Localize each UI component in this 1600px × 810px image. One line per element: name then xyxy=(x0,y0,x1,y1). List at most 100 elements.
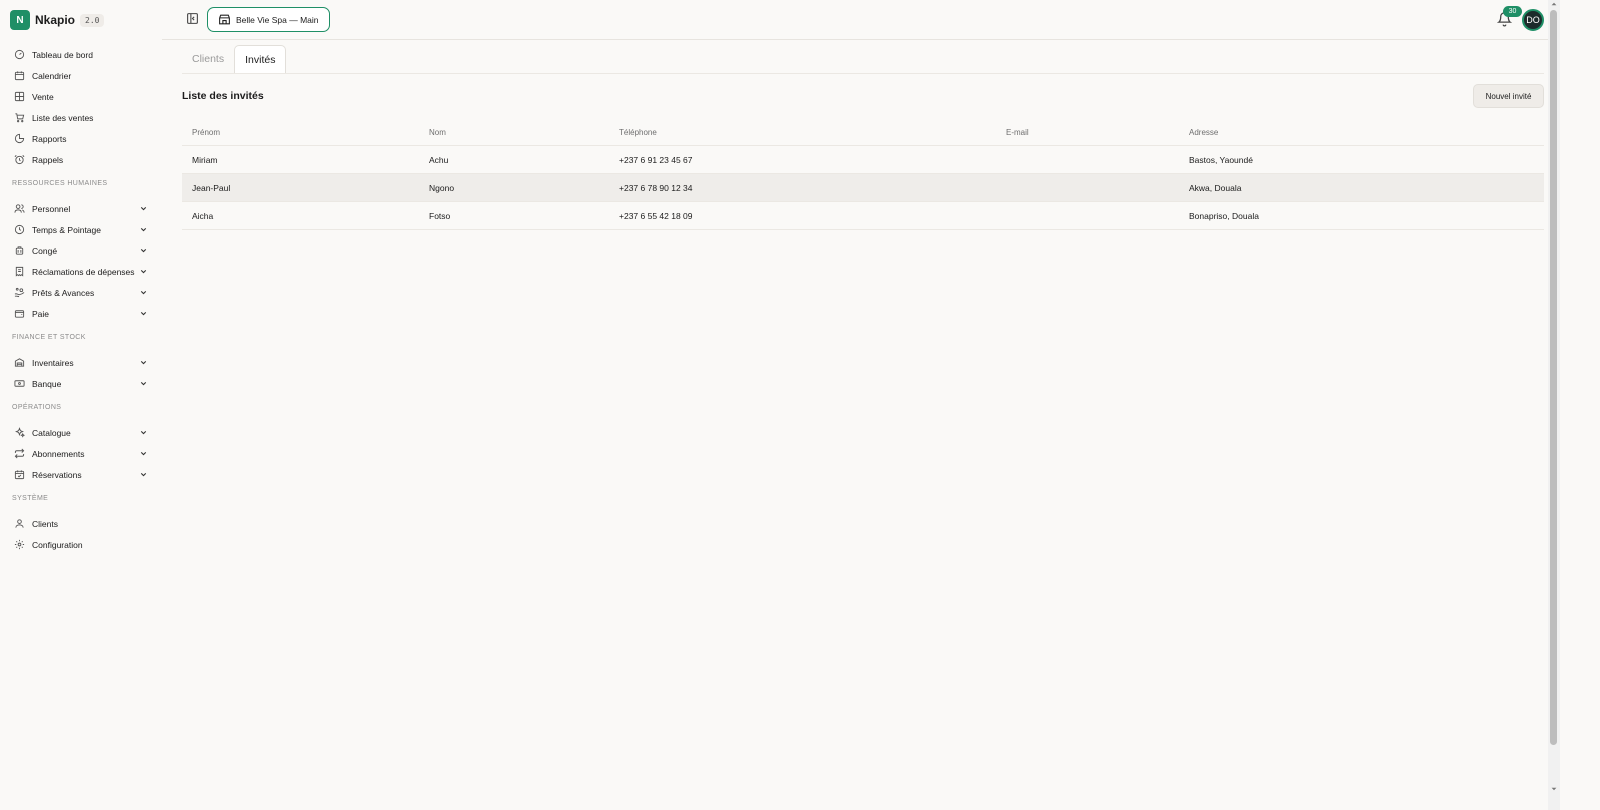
sidebar-item-rapports[interactable]: Rapports xyxy=(0,128,162,149)
sidebar-item-label: Rapports xyxy=(32,133,67,144)
brand[interactable]: N Nkapio 2.0 xyxy=(10,9,105,31)
avatar[interactable]: DO xyxy=(1522,9,1544,31)
sidebar-item-calendrier[interactable]: Calendrier xyxy=(0,65,162,86)
sidebar-item-liste-des-ventes[interactable]: Liste des ventes xyxy=(0,107,162,128)
sidebar-item-abonnements[interactable]: Abonnements xyxy=(0,443,162,464)
gauge-icon xyxy=(14,49,25,60)
sidebar-item-label: Configuration xyxy=(32,539,83,550)
settings-icon xyxy=(14,539,25,550)
users-icon xyxy=(14,203,25,214)
sidebar-item-label: Tableau de bord xyxy=(32,49,93,60)
cart-icon xyxy=(14,112,25,123)
topbar: Belle Vie Spa — Main 30 DO xyxy=(162,0,1548,40)
sidebar-item-reclamations[interactable]: Réclamations de dépenses xyxy=(0,261,162,282)
sidebar-item-label: Congé xyxy=(32,245,58,256)
sidebar-item-label: Temps & Pointage xyxy=(32,224,101,235)
notification-count-badge: 30 xyxy=(1503,6,1522,17)
sidebar-item-label: Prêts & Avances xyxy=(32,287,95,298)
table-row[interactable]: Miriam Achu +237 6 91 23 45 67 Bastos, Y… xyxy=(182,146,1544,174)
sidebar-item-inventaires[interactable]: Inventaires xyxy=(0,352,162,373)
store-selector-button[interactable]: Belle Vie Spa — Main xyxy=(207,7,330,32)
clock-icon xyxy=(14,224,25,235)
chevron-down-icon xyxy=(140,227,147,232)
handcoins-icon xyxy=(14,287,25,298)
cell-phone: +237 6 55 42 18 09 xyxy=(619,211,693,221)
column-header-telephone[interactable]: Téléphone xyxy=(619,118,657,146)
column-header-nom[interactable]: Nom xyxy=(429,118,446,146)
repeat-icon xyxy=(14,448,25,459)
sidebar-item-label: Banque xyxy=(32,378,62,389)
pie-chart-icon xyxy=(14,133,25,144)
cell-phone: +237 6 78 90 12 34 xyxy=(619,183,693,193)
warehouse-icon xyxy=(14,357,25,368)
tab-clients[interactable]: Clients xyxy=(182,45,234,73)
column-header-adresse[interactable]: Adresse xyxy=(1189,118,1218,146)
page-title: Liste des invités xyxy=(182,90,264,102)
guests-table: Prénom Nom Téléphone E-mail Adresse Miri… xyxy=(182,118,1544,230)
cell-first-name: Miriam xyxy=(192,155,218,165)
table-row[interactable]: Jean-Paul Ngono +237 6 78 90 12 34 Akwa,… xyxy=(182,174,1544,202)
sidebar-toggle-icon[interactable] xyxy=(186,12,199,25)
sidebar-item-label: Paie xyxy=(32,308,50,319)
sidebar-item-label: Abonnements xyxy=(32,448,85,459)
luggage-icon xyxy=(14,245,25,256)
sidebar-item-label: Clients xyxy=(32,518,58,529)
calendar-icon xyxy=(14,70,25,81)
tab-divider xyxy=(182,73,1544,74)
vertical-scrollbar[interactable] xyxy=(1548,0,1560,810)
sidebar-item-label: Réservations xyxy=(32,469,82,480)
chevron-down-icon xyxy=(140,360,147,365)
chevron-down-icon xyxy=(140,381,147,386)
cell-last-name: Fotso xyxy=(429,211,451,221)
scroll-up-arrow-icon[interactable] xyxy=(1551,1,1557,7)
cell-first-name: Aicha xyxy=(192,211,214,221)
column-header-email[interactable]: E-mail xyxy=(1006,118,1029,146)
section-title-system: SYSTÈME xyxy=(12,495,49,502)
sidebar-item-configuration[interactable]: Configuration xyxy=(0,534,162,555)
grid-icon xyxy=(14,91,25,102)
alarm-icon xyxy=(14,154,25,165)
section-title-hr: RESSOURCES HUMAINES xyxy=(12,180,108,187)
scrollbar-thumb[interactable] xyxy=(1550,10,1557,745)
version-badge: 2.0 xyxy=(80,13,105,27)
cell-address: Akwa, Douala xyxy=(1189,183,1242,193)
sidebar-item-label: Calendrier xyxy=(32,70,72,81)
sidebar-item-reservations[interactable]: Réservations xyxy=(0,464,162,485)
cell-first-name: Jean-Paul xyxy=(192,183,231,193)
cell-last-name: Ngono xyxy=(429,183,455,193)
chevron-down-icon xyxy=(140,311,147,316)
wallet-icon xyxy=(14,308,25,319)
scroll-down-arrow-icon[interactable] xyxy=(1551,786,1557,792)
column-header-prenom[interactable]: Prénom xyxy=(192,118,220,146)
sidebar-item-vente[interactable]: Vente xyxy=(0,86,162,107)
sidebar-item-tableau-de-bord[interactable]: Tableau de bord xyxy=(0,44,162,65)
sidebar-item-personnel[interactable]: Personnel xyxy=(0,198,162,219)
store-selector-label: Belle Vie Spa — Main xyxy=(236,14,319,25)
tab-invites[interactable]: Invités xyxy=(234,45,287,73)
sidebar-item-catalogue[interactable]: Catalogue xyxy=(0,422,162,443)
sidebar-item-prets-avances[interactable]: Prêts & Avances xyxy=(0,282,162,303)
new-guest-button[interactable]: Nouvel invité xyxy=(1473,84,1544,108)
chevron-down-icon xyxy=(140,248,147,253)
user-icon xyxy=(14,518,25,529)
cell-last-name: Achu xyxy=(429,155,449,165)
chevron-down-icon xyxy=(140,290,147,295)
table-row[interactable]: Aicha Fotso +237 6 55 42 18 09 Bonapriso… xyxy=(182,202,1544,230)
sidebar-item-banque[interactable]: Banque xyxy=(0,373,162,394)
sidebar-item-label: Catalogue xyxy=(32,427,71,438)
cell-address: Bonapriso, Douala xyxy=(1189,211,1259,221)
brand-name: Nkapio xyxy=(35,13,76,27)
table-header-row: Prénom Nom Téléphone E-mail Adresse xyxy=(182,118,1544,146)
sidebar-item-rappels[interactable]: Rappels xyxy=(0,149,162,170)
chevron-down-icon xyxy=(140,472,147,477)
sidebar-item-label: Rappels xyxy=(32,154,64,165)
chevron-down-icon xyxy=(140,206,147,211)
sidebar-item-temps-pointage[interactable]: Temps & Pointage xyxy=(0,219,162,240)
sidebar-item-clients[interactable]: Clients xyxy=(0,513,162,534)
sidebar-item-label: Vente xyxy=(32,91,54,102)
sidebar-item-paie[interactable]: Paie xyxy=(0,303,162,324)
sidebar-item-conge[interactable]: Congé xyxy=(0,240,162,261)
sparkles-icon xyxy=(14,427,25,438)
sidebar-nav: Tableau de bord Calendrier Vente Liste d… xyxy=(0,44,162,555)
tab-bar: Clients Invités xyxy=(182,45,287,73)
